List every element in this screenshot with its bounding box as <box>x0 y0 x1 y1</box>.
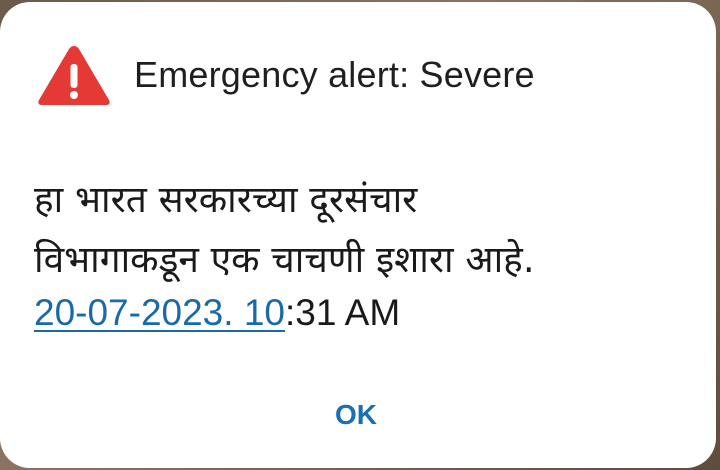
timestamp-date-link[interactable]: 20-07-2023. 10 <box>34 292 285 333</box>
timestamp-time-suffix: :31 AM <box>284 292 401 333</box>
alert-message-line-1: हा भारत सरकारच्या दूरसंचार <box>34 178 418 221</box>
alert-message-line-2: विभागाकडून एक चाचणी इशारा आहे. <box>34 238 535 281</box>
alert-header: Emergency alert: Severe <box>36 42 535 108</box>
alert-message: हा भारत सरकारच्या दूरसंचार विभागाकडून एक… <box>34 170 694 290</box>
alert-timestamp: 20-07-2023. 10:31 AM <box>34 292 400 334</box>
emergency-alert-dialog: Emergency alert: Severe हा भारत सरकारच्य… <box>0 2 716 468</box>
alert-title: Emergency alert: Severe <box>134 54 535 95</box>
screen-background: Emergency alert: Severe हा भारत सरकारच्य… <box>0 0 720 470</box>
warning-triangle-icon <box>38 46 110 105</box>
ok-button[interactable]: OK <box>300 387 412 443</box>
